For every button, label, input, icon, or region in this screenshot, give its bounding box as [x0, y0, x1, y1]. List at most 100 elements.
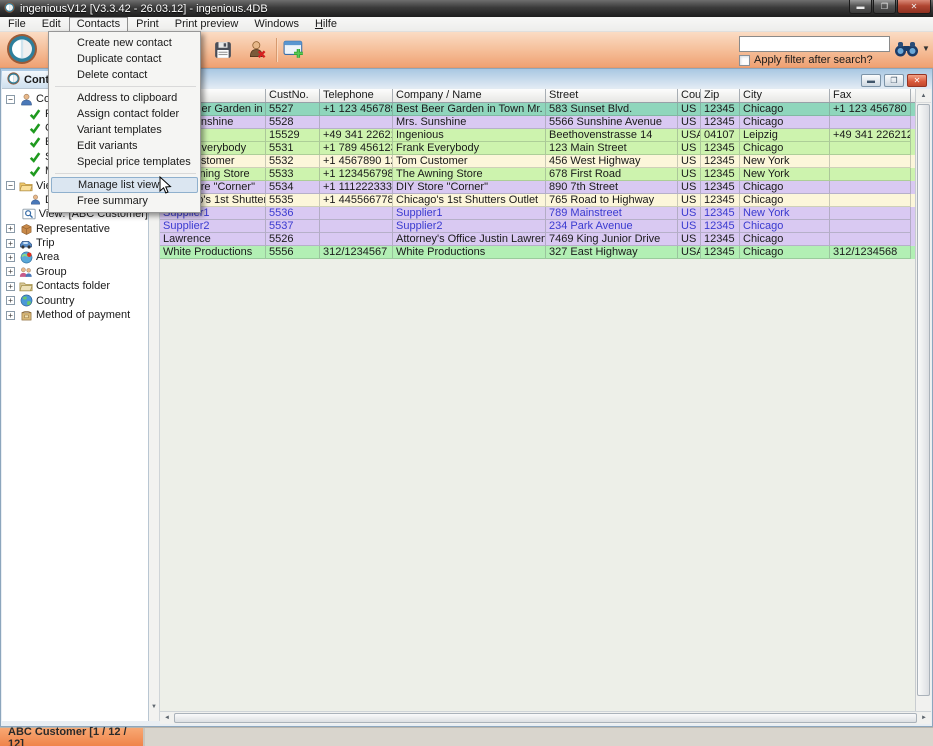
menu-item-edit-variants[interactable]: Edit variants: [51, 138, 198, 154]
scroll-up-icon[interactable]: ▲: [916, 89, 931, 103]
expand-icon[interactable]: +: [6, 239, 15, 248]
expand-icon[interactable]: +: [6, 224, 15, 233]
cell-phone: [320, 220, 393, 233]
table-vertical-scrollbar[interactable]: ▲: [915, 89, 931, 711]
cell-phone: +1 789 4561230: [320, 142, 393, 155]
vertical-scroll-thumb[interactable]: [917, 104, 930, 696]
tree-item-group[interactable]: +Group: [2, 265, 148, 279]
column-header-custno-[interactable]: CustNo.: [266, 89, 320, 102]
expand-icon[interactable]: +: [6, 311, 15, 320]
cell-phone: +1 4455667788: [320, 194, 393, 207]
horizontal-scroll-thumb[interactable]: [174, 713, 917, 723]
expand-icon[interactable]: +: [6, 296, 15, 305]
search-options-caret-icon[interactable]: ▼: [922, 44, 930, 53]
tree-item-method-of-payment[interactable]: +Method of payment: [2, 308, 148, 322]
menu-separator: [55, 173, 196, 174]
search-input[interactable]: [739, 36, 890, 52]
table-header-row: NameCustNo.TelephoneCompany / NameStreet…: [160, 89, 915, 103]
menu-item-manage-list-views[interactable]: Manage list views: [51, 177, 198, 193]
table-horizontal-scrollbar[interactable]: ◄ ►: [160, 711, 931, 724]
column-header-street[interactable]: Street: [546, 89, 678, 102]
cell-country: US: [678, 103, 701, 116]
cell-fax: 312/1234568: [830, 246, 911, 259]
sidebar-scroll-down-icon[interactable]: ▼: [149, 701, 159, 713]
menu-item-variant-templates[interactable]: Variant templates: [51, 122, 198, 138]
table-row[interactable]: Frank Everybody5531+1 789 4561230Frank E…: [160, 142, 915, 155]
child-minimize-button[interactable]: ▬: [861, 74, 881, 87]
cell-street: 7469 King Junior Drive: [546, 233, 678, 246]
cell-country: US: [678, 155, 701, 168]
check-icon: [28, 165, 42, 177]
menu-edit[interactable]: Edit: [34, 17, 69, 32]
table-row[interactable]: Mrs. Sunshine5528Mrs. Sunshine5566 Sunsh…: [160, 116, 915, 129]
scroll-left-icon[interactable]: ◄: [160, 712, 174, 724]
cell-fax: [830, 116, 911, 129]
menu-item-address-to-clipboard[interactable]: Address to clipboard: [51, 90, 198, 106]
menu-windows[interactable]: Windows: [246, 17, 307, 32]
menu-item-create-new-contact[interactable]: Create new contact: [51, 35, 198, 51]
column-header-telephone[interactable]: Telephone: [320, 89, 393, 102]
child-close-button[interactable]: ✕: [907, 74, 927, 87]
menu-item-duplicate-contact[interactable]: Duplicate contact: [51, 51, 198, 67]
new-window-button[interactable]: [281, 38, 307, 64]
table-row[interactable]: Best Beer Garden in TownM5527+1 123 4567…: [160, 103, 915, 116]
delete-contact-button[interactable]: [244, 38, 270, 64]
expand-icon[interactable]: +: [6, 282, 15, 291]
cell-zip: 12345: [701, 155, 740, 168]
payment-icon: [19, 310, 33, 321]
table-row[interactable]: Supplier25537Supplier2234 Park AvenueUS1…: [160, 220, 915, 233]
cell-custno: 5531: [266, 142, 320, 155]
menu-contacts[interactable]: Contacts: [69, 17, 128, 32]
check-icon: [28, 122, 42, 134]
table-row[interactable]: 15529+49 341 226210IngeniousBeethovenstr…: [160, 129, 915, 142]
cell-street: 789 Mainstreet: [546, 207, 678, 220]
user-icon: [19, 93, 33, 106]
table-row[interactable]: DIY Store "Corner"5534+1 111222333DIY St…: [160, 181, 915, 194]
menu-hilfe[interactable]: Hilfe: [307, 17, 345, 32]
tree-item-contacts-folder[interactable]: +Contacts folder: [2, 279, 148, 293]
table-row[interactable]: Chicago's 1st Shutters Outlet5535+1 4455…: [160, 194, 915, 207]
tree-item-area[interactable]: +Area: [2, 250, 148, 264]
cell-country: US: [678, 181, 701, 194]
minimize-button[interactable]: ▬: [849, 0, 872, 14]
cell-company: Chicago's 1st Shutters Outlet: [393, 194, 546, 207]
column-header-country[interactable]: Country: [678, 89, 701, 102]
tree-item-trip[interactable]: +Trip: [2, 236, 148, 250]
menu-item-delete-contact[interactable]: Delete contact: [51, 67, 198, 83]
column-header-fax[interactable]: Fax: [830, 89, 911, 102]
expand-icon[interactable]: +: [6, 253, 15, 262]
cell-city: Chicago: [740, 194, 830, 207]
table-row[interactable]: The Awning Store5533+1 123456798The Awni…: [160, 168, 915, 181]
collapse-icon[interactable]: −: [6, 95, 15, 104]
expand-icon[interactable]: +: [6, 267, 15, 276]
column-header-city[interactable]: City: [740, 89, 830, 102]
column-header-company-name[interactable]: Company / Name: [393, 89, 546, 102]
tree-item-country[interactable]: +Country: [2, 293, 148, 307]
table-row[interactable]: Lawrence5526Attorney's Office Justin Law…: [160, 233, 915, 246]
maximize-button[interactable]: ❐: [873, 0, 896, 14]
save-icon: [214, 41, 232, 62]
child-restore-button[interactable]: ❐: [884, 74, 904, 87]
menu-file[interactable]: File: [0, 17, 34, 32]
menu-item-assign-contact-folder[interactable]: Assign contact folder: [51, 106, 198, 122]
column-header-zip[interactable]: Zip: [701, 89, 740, 102]
save-button[interactable]: [210, 38, 236, 64]
menu-item-special-price-templates[interactable]: Special price templates: [51, 154, 198, 170]
apply-filter-checkbox[interactable]: [739, 55, 750, 66]
search-binoculars-icon[interactable]: [894, 40, 919, 61]
menu-print[interactable]: Print: [128, 17, 167, 32]
menu-item-free-summary[interactable]: Free summary: [51, 193, 198, 209]
close-button[interactable]: ✕: [897, 0, 931, 14]
scroll-right-icon[interactable]: ►: [917, 712, 931, 724]
window-title: ingeniousV12 [V3.3.42 - 26.03.12] - inge…: [20, 3, 268, 15]
table-row[interactable]: Supplier15536Supplier1789 MainstreetUS12…: [160, 207, 915, 220]
menu-print-preview[interactable]: Print preview: [167, 17, 247, 32]
cell-country: US: [678, 116, 701, 129]
tree-item-representative[interactable]: +Representative: [2, 222, 148, 236]
table-row[interactable]: Tom Customer5532+1 4567890 123Tom Custom…: [160, 155, 915, 168]
collapse-icon[interactable]: −: [6, 181, 15, 190]
table-row[interactable]: White Productions5556312/1234567White Pr…: [160, 246, 915, 259]
status-view-tab[interactable]: ABC Customer [1 / 12 / 12]: [0, 728, 145, 746]
delete-user-icon: [248, 40, 267, 62]
cell-phone: +1 123456798: [320, 168, 393, 181]
